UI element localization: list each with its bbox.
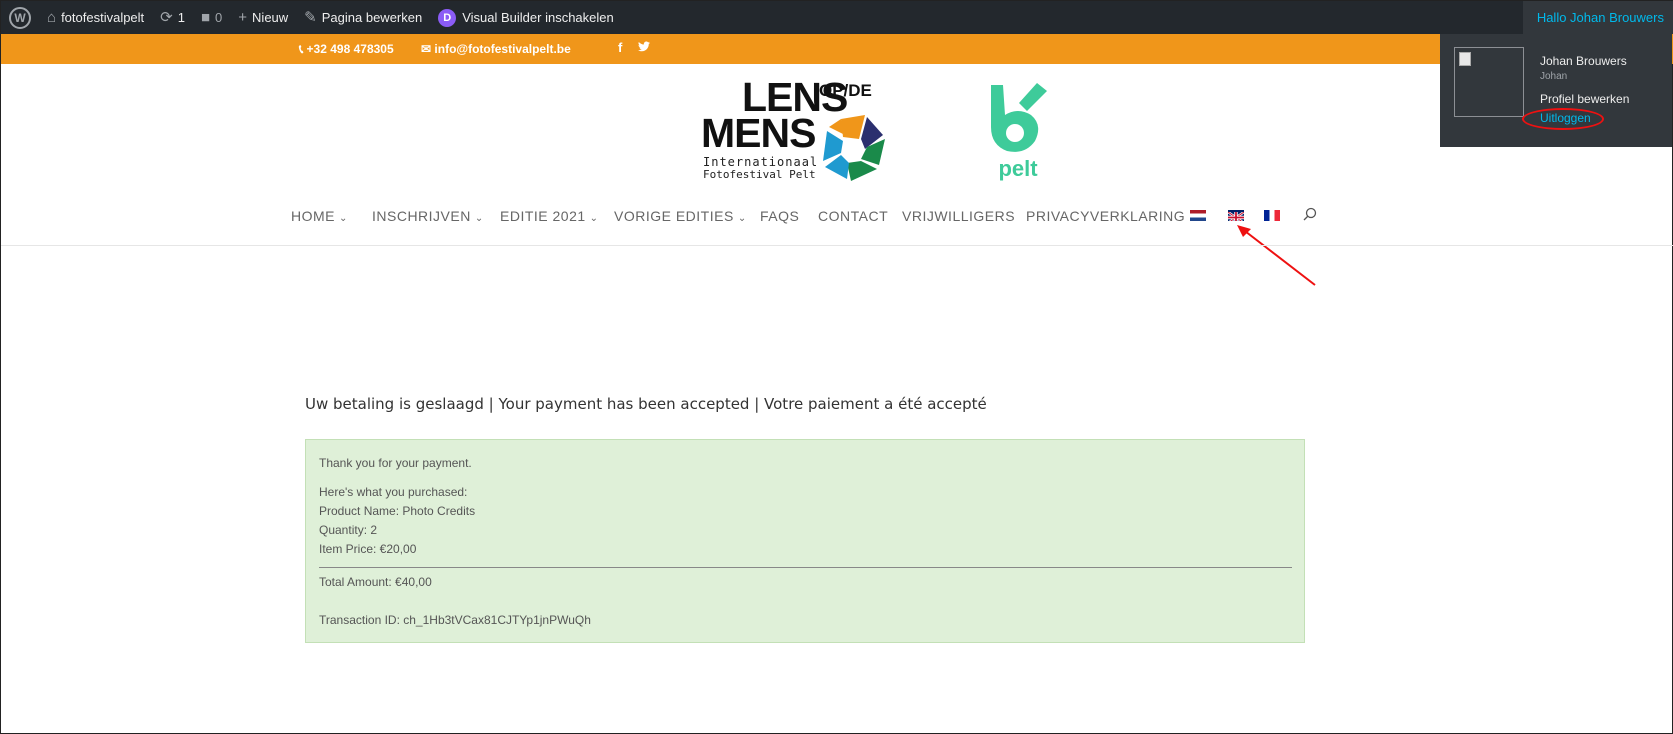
product-name: Product Name: Photo Credits — [319, 504, 476, 518]
wordpress-logo-icon: W — [9, 6, 31, 29]
plus-icon: + — [238, 9, 248, 26]
total-amount: Total Amount: €40,00 — [319, 575, 432, 589]
facebook-icon[interactable]: f — [618, 40, 622, 55]
updates-icon: ⟳ — [160, 9, 173, 26]
logo-subtitle-1: Internationaal — [703, 155, 819, 169]
pelt-hand-icon — [991, 83, 1047, 152]
pelt-logo[interactable]: pelt — [983, 81, 1053, 181]
contact-top-bar: 📞︎ +32 498 478305 ✉ info@fotofestivalpel… — [1, 34, 1673, 64]
main-navigation: HOME ⌄ INSCHRIJVEN ⌄ EDITIE 2021 ⌄ VORIGE E… — [1, 204, 1673, 230]
nav-item-vrijwilligers[interactable]: VRIJWILLIGERS — [902, 208, 1015, 224]
chevron-down-icon: ⌄ — [737, 213, 747, 224]
user-display-name[interactable]: Johan Brouwers — [1540, 54, 1627, 68]
quantity: Quantity: 2 — [319, 523, 378, 537]
phone-link[interactable]: 📞︎ +32 498 478305 — [299, 42, 394, 57]
thanks-text: Thank you for your payment. — [319, 456, 472, 470]
new-content-link[interactable]: + Nieuw — [230, 1, 296, 34]
broken-image-icon — [1459, 52, 1471, 66]
pencil-icon: ✎ — [304, 9, 317, 26]
flag-nl-icon[interactable] — [1190, 210, 1206, 221]
email-address: info@fotofestivalpelt.be — [434, 42, 571, 56]
updates-link[interactable]: ⟳ 1 — [152, 1, 193, 34]
nav-item-inschrijven[interactable]: INSCHRIJVEN ⌄ — [372, 208, 484, 224]
nav-item-vorige-edities[interactable]: VORIGE EDITIES ⌄ — [614, 208, 747, 224]
visual-builder-label: Visual Builder inschakelen — [462, 10, 614, 25]
logo-subtitle-2: Fotofestival Pelt — [703, 168, 816, 181]
dashboard-icon: ⌂ — [47, 9, 57, 26]
new-label: Nieuw — [252, 10, 289, 25]
nav-item-label: EDITIE 2021 — [500, 208, 586, 224]
nav-item-privacyverklaring[interactable]: PRIVACYVERKLARING — [1026, 208, 1185, 224]
my-account-link[interactable]: Hallo Johan Brouwers — [1522, 1, 1673, 34]
nav-item-faqs[interactable]: FAQS — [760, 208, 799, 224]
transaction-id: Transaction ID: ch_1Hb3tVCax81CJTYp1jnPW… — [319, 613, 591, 627]
logo-mens-text: MENS — [701, 110, 816, 156]
nav-item-label: VORIGE EDITIES — [614, 208, 734, 224]
purchased-heading: Here's what you purchased: — [319, 485, 468, 499]
pelt-text: pelt — [998, 156, 1038, 181]
user-account-dropdown: Johan Brouwers Johan Profiel bewerken Ui… — [1440, 34, 1672, 147]
edit-page-label: Pagina bewerken — [321, 10, 423, 25]
page-title: Uw betaling is geslaagd | Your payment h… — [305, 395, 987, 413]
user-username: Johan — [1540, 71, 1568, 82]
updates-count: 1 — [177, 10, 185, 25]
nav-item-label: CONTACT — [818, 208, 889, 224]
comments-count: 0 — [215, 10, 223, 25]
nav-item-home[interactable]: HOME ⌄ — [291, 208, 348, 224]
aperture-icon — [823, 115, 885, 181]
greeting: Hallo Johan Brouwers — [1536, 10, 1664, 25]
logout-highlight-circle — [1522, 108, 1604, 130]
phone-icon: 📞︎ — [299, 42, 304, 56]
nav-item-label: HOME — [291, 208, 335, 224]
item-price: Item Price: €20,00 — [319, 542, 417, 556]
site-name-link[interactable]: ⌂ fotofestivalpelt — [39, 1, 152, 34]
header-divider — [1, 245, 1673, 246]
nav-item-label: PRIVACYVERKLARING — [1026, 208, 1186, 224]
chevron-down-icon: ⌄ — [339, 213, 348, 224]
comments-link[interactable]: ■ 0 — [193, 1, 230, 34]
comments-icon: ■ — [200, 9, 211, 26]
email-link[interactable]: ✉ info@fotofestivalpelt.be — [421, 42, 571, 56]
chevron-down-icon: ⌄ — [474, 213, 484, 224]
twitter-icon[interactable] — [638, 40, 650, 55]
nav-item-contact[interactable]: CONTACT — [818, 208, 888, 224]
edit-profile-link[interactable]: Profiel bewerken — [1540, 92, 1629, 106]
nav-item-label: FAQS — [760, 208, 800, 224]
nav-item-label: INSCHRIJVEN — [372, 208, 471, 224]
logo-opde-text: OP/DE — [819, 81, 872, 100]
divi-icon: D — [438, 8, 457, 27]
nav-item-label: VRIJWILLIGERS — [902, 208, 1016, 224]
chevron-down-icon: ⌄ — [589, 213, 599, 224]
annotation-arrow-icon — [1237, 225, 1316, 286]
total-divider — [319, 567, 1292, 568]
edit-page-link[interactable]: ✎ Pagina bewerken — [296, 1, 430, 34]
admin-bar: W ⌂ fotofestivalpelt ⟳ 1 ■ 0 + Nieuw ✎ P… — [1, 1, 1673, 34]
nav-item-editie-2021[interactable]: EDITIE 2021 ⌄ — [500, 208, 599, 224]
visual-builder-link[interactable]: D Visual Builder inschakelen — [430, 1, 622, 34]
payment-confirmation-box: Thank you for your payment. Here's what … — [305, 439, 1305, 643]
festival-logo[interactable]: LENS OP/DE MENS Internationaal Fotofesti… — [701, 77, 901, 192]
phone-number: +32 498 478305 — [306, 42, 394, 56]
wordpress-menu[interactable]: W — [1, 1, 39, 34]
site-name: fotofestivalpelt — [61, 10, 145, 25]
avatar[interactable] — [1454, 47, 1524, 117]
mail-icon: ✉ — [421, 42, 432, 56]
